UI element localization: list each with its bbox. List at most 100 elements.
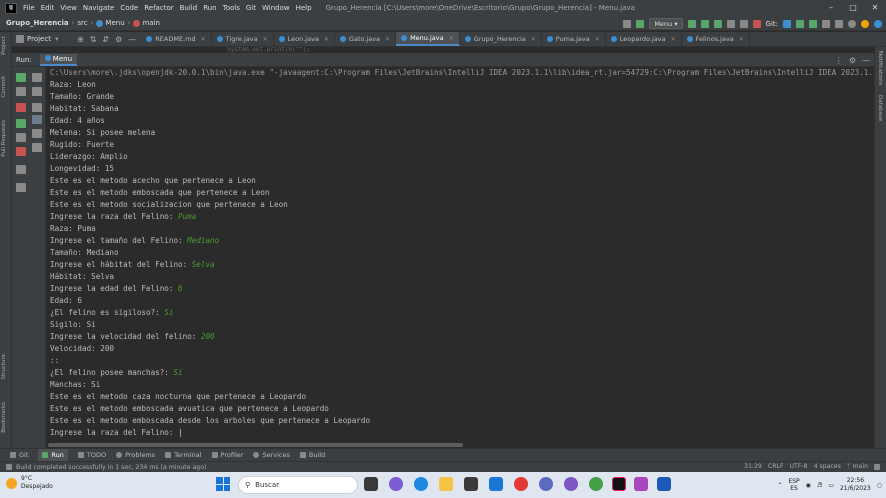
pull-requests-tool-label[interactable]: Pull Requests	[1, 120, 7, 157]
editor-tab[interactable]: README.md ✕	[141, 32, 212, 46]
menu-code[interactable]: Code	[120, 4, 138, 12]
rerun-icon[interactable]	[16, 73, 26, 82]
coverage-icon[interactable]	[713, 19, 722, 28]
close-tab-icon[interactable]: ✕	[595, 36, 600, 43]
status-message[interactable]: Build completed successfully in 1 sec, 2…	[16, 464, 206, 471]
lock-icon[interactable]	[874, 463, 880, 470]
editor-tab[interactable]: Puma.java ✕	[542, 32, 606, 46]
editor-tab[interactable]: Gato.java ✕	[335, 32, 397, 46]
menu-build[interactable]: Build	[180, 4, 198, 12]
breadcrumb-class[interactable]: Menu	[105, 19, 124, 27]
breadcrumb-src[interactable]: src	[77, 19, 87, 27]
project-tool-label[interactable]: Project	[1, 36, 7, 55]
menu-refactor[interactable]: Refactor	[144, 4, 173, 12]
windows-start-icon[interactable]	[216, 477, 230, 491]
opera-icon[interactable]	[514, 477, 528, 491]
close-tab-icon[interactable]: ✕	[531, 36, 536, 43]
console-output[interactable]: C:\Users\more\.jdks\openjdk-20.0.1\bin\j…	[46, 67, 874, 442]
close-tab-icon[interactable]: ✕	[324, 36, 329, 43]
run-icon[interactable]	[687, 19, 696, 28]
chat-icon[interactable]	[389, 477, 403, 491]
chevron-up-icon[interactable]: ⌃	[777, 482, 782, 489]
trash-icon[interactable]	[32, 143, 42, 152]
line-separator[interactable]: CRLF	[768, 463, 784, 470]
wifi-icon[interactable]: ◉	[806, 482, 811, 489]
wrench-icon[interactable]	[16, 87, 26, 96]
scroll-to-end-icon[interactable]	[32, 115, 42, 124]
menu-run[interactable]: Run	[203, 4, 216, 12]
mail-icon[interactable]	[489, 477, 503, 491]
taskbar-search[interactable]: ⚲ Buscar	[238, 476, 358, 494]
project-view-button[interactable]: Project ▾	[12, 32, 72, 46]
close-tab-icon[interactable]: ✕	[739, 36, 744, 43]
menu-window[interactable]: Window	[262, 4, 290, 12]
close-tab-icon[interactable]: ✕	[385, 36, 390, 43]
restore-layout-icon[interactable]	[16, 119, 26, 128]
history-icon[interactable]	[822, 19, 830, 28]
tool-run[interactable]: Run	[38, 448, 68, 462]
volume-icon[interactable]: ♬	[817, 482, 822, 489]
profiler-icon[interactable]	[726, 19, 735, 28]
git-commit-icon[interactable]	[796, 19, 804, 28]
database-tool-label[interactable]: Database	[877, 95, 883, 121]
intellij-taskbar-icon[interactable]	[612, 477, 626, 491]
scroll-up-icon[interactable]	[32, 73, 42, 82]
discord-icon[interactable]	[539, 477, 553, 491]
indent-setting[interactable]: 4 spaces	[814, 463, 841, 470]
tool-profiler[interactable]: Profiler	[211, 451, 243, 459]
print-icon[interactable]	[32, 129, 42, 138]
camera-icon[interactable]	[16, 133, 26, 142]
close-tab-icon[interactable]: ✕	[201, 36, 206, 43]
collapse-icon[interactable]: ⇅	[90, 35, 97, 44]
editor-tab[interactable]: Menu.java ✕	[396, 32, 460, 46]
task-view-icon[interactable]	[364, 477, 378, 491]
menu-view[interactable]: View	[60, 4, 77, 12]
tool-services[interactable]: Services	[253, 451, 290, 459]
battery-icon[interactable]: ▭	[828, 482, 834, 489]
notifications-tool-label[interactable]: Notifications	[877, 51, 883, 85]
stop-icon[interactable]	[752, 19, 761, 28]
tool-terminal[interactable]: Terminal	[165, 451, 202, 459]
edge-icon[interactable]	[414, 477, 428, 491]
close-tab-icon[interactable]: ✕	[449, 35, 454, 42]
pin-icon[interactable]	[16, 183, 26, 192]
notification-bell-icon[interactable]: ○	[877, 482, 882, 489]
language-indicator[interactable]: ESP ES	[788, 478, 799, 492]
build-hammer-icon[interactable]	[636, 19, 645, 28]
maximize-icon[interactable]: □	[842, 0, 864, 16]
menu-file[interactable]: File	[23, 4, 35, 12]
word-icon[interactable]	[657, 477, 671, 491]
run-config-select[interactable]: Menu ▾	[649, 18, 683, 29]
breadcrumb-method[interactable]: main	[142, 19, 160, 27]
hide-panel-icon[interactable]: —	[862, 56, 870, 65]
debug-icon[interactable]	[700, 19, 709, 28]
gear-icon[interactable]: ⚙	[115, 35, 122, 44]
target-icon[interactable]: ⊕	[77, 35, 84, 44]
weather-widget[interactable]: 9°C Despejado	[6, 475, 53, 491]
close-icon[interactable]: ✕	[864, 0, 886, 16]
tool-problems[interactable]: Problems	[116, 451, 155, 459]
file-explorer-icon[interactable]	[439, 477, 453, 491]
update-icon[interactable]	[861, 19, 869, 28]
menu-edit[interactable]: Edit	[41, 4, 55, 12]
close-tab-icon[interactable]: ✕	[263, 36, 268, 43]
figma-icon[interactable]	[634, 477, 648, 491]
editor-tab[interactable]: Tigre.java ✕	[212, 32, 274, 46]
hide-icon[interactable]: —	[128, 35, 136, 44]
breadcrumb-project[interactable]: Grupo_Herencia	[6, 19, 69, 27]
editor-tab[interactable]: Felinos.java ✕	[682, 32, 750, 46]
commit-tool-label[interactable]: Commit	[1, 76, 7, 98]
editor-tab[interactable]: Leopardo.java ✕	[606, 32, 682, 46]
run-tab-menu[interactable]: Menu	[39, 53, 78, 66]
git-update-icon[interactable]	[783, 19, 791, 28]
search-icon[interactable]	[848, 19, 856, 28]
plugin-icon[interactable]	[874, 19, 882, 28]
menu-git[interactable]: Git	[246, 4, 256, 12]
gear-icon[interactable]: ⚙	[849, 56, 856, 65]
menu-tools[interactable]: Tools	[223, 4, 240, 12]
caret-position[interactable]: 31:29	[744, 463, 762, 470]
stop-icon[interactable]	[16, 103, 26, 112]
chrome-icon[interactable]	[589, 477, 603, 491]
tool-build[interactable]: Build	[299, 451, 325, 459]
editor-tab[interactable]: Grupo_Herencia ✕	[460, 32, 542, 46]
